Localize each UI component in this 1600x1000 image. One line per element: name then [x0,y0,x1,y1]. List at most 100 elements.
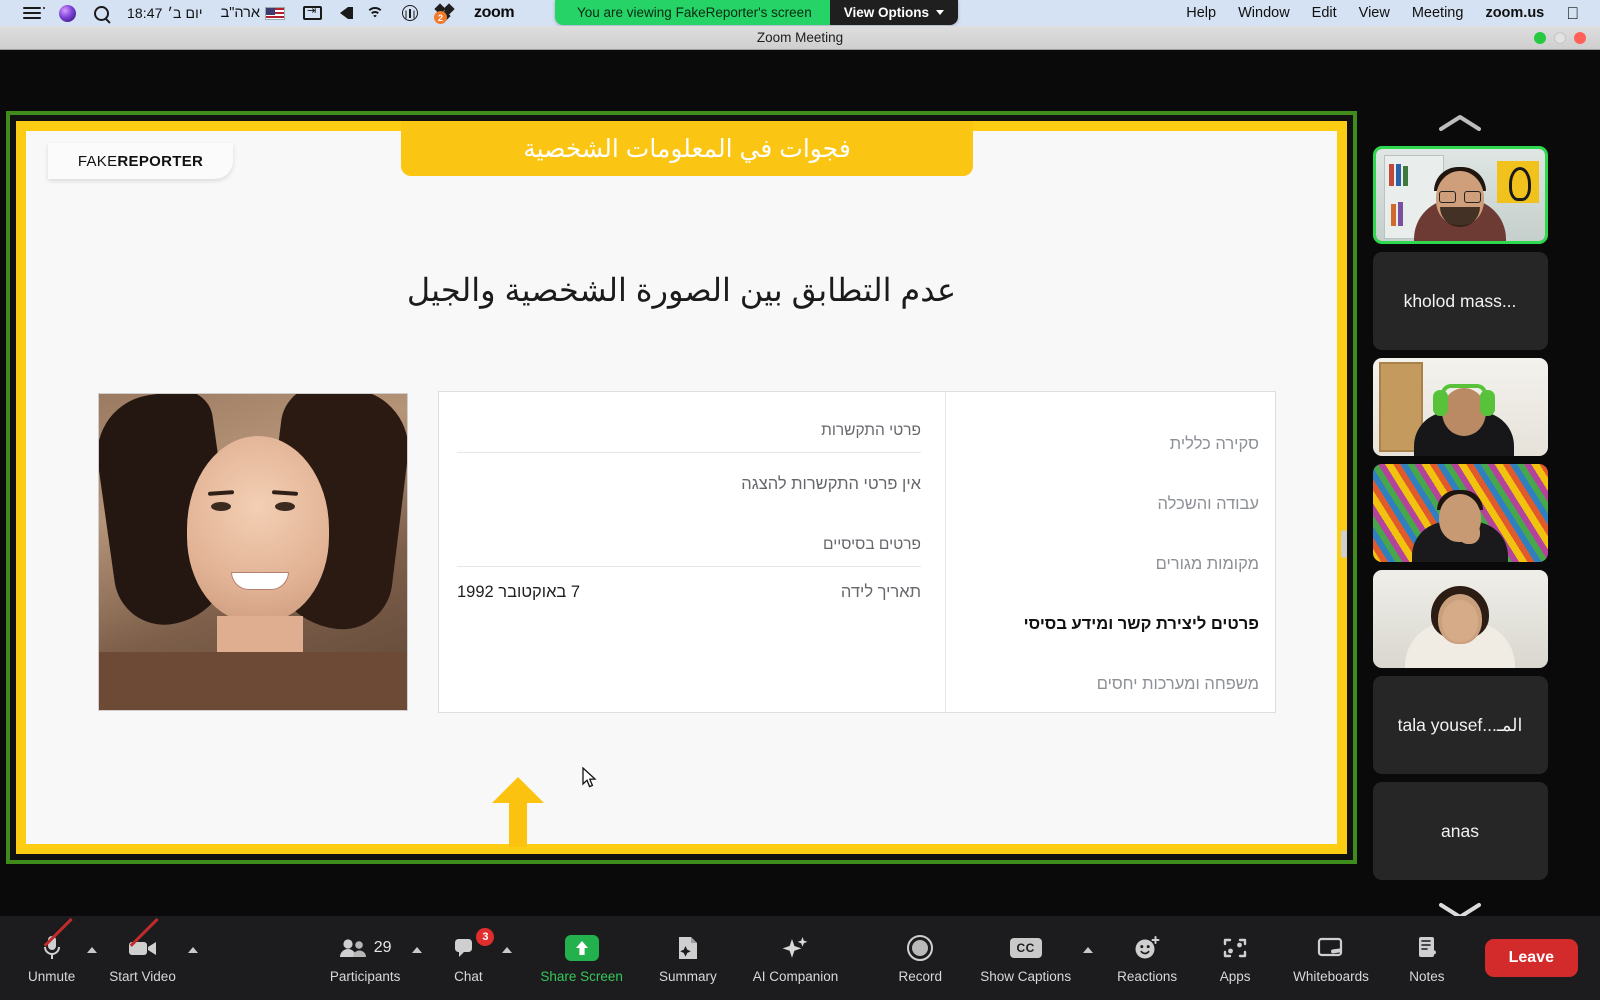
ai-companion-button[interactable]: AI Companion [743,933,849,984]
audio-options-chevron-icon[interactable] [87,947,98,953]
screen-share-banner: You are viewing FakeReporter's screen Vi… [555,0,958,25]
spotlight-search-icon[interactable] [85,0,118,26]
record-button[interactable]: Record [888,933,952,984]
contact-empty-message: אין פרטי התקשרות להצגה [741,475,921,493]
menu-edit[interactable]: Edit [1301,0,1348,26]
clock-day: יום ב׳ [167,5,203,21]
participant-video [1372,570,1548,668]
menu-bar-clock[interactable]: 18:47 יום ב׳ [118,0,212,26]
menu-view[interactable]: View [1348,0,1401,26]
chat-button[interactable]: 3 Chat [436,927,500,984]
summary-button[interactable]: Summary [649,933,727,984]
birth-date-value: 7 באוקטובר 1992 [457,583,581,601]
apps-button[interactable]: Apps [1203,933,1267,984]
close-window-button[interactable] [1574,32,1586,44]
menu-help[interactable]: Help [1175,0,1227,26]
share-screen-icon [564,933,599,963]
participant-tile[interactable] [1372,146,1548,244]
whiteboard-icon [1317,933,1345,963]
logo-text-fake: FAKE [77,152,118,170]
apps-icon [1222,933,1248,963]
captions-chevron-icon[interactable] [1083,947,1094,953]
toolbar-right-group: Record CC Show Captions Reactions Apps W… [888,933,1459,984]
about-nav-contact-basic-info[interactable]: פרטים ליצירת קשר ומידע בסיסי [956,594,1259,654]
apple-logo-icon[interactable]:  [1555,0,1590,26]
slide-content: FAKE REPORTER فجوات في المعلومات الشخصية … [26,121,1337,847]
dropbox-icon[interactable]: 2 [427,0,465,26]
about-nav-overview[interactable]: סקירה כללית [956,414,1259,474]
window-controls [1534,26,1586,50]
input-source-indicator[interactable]: ארה"ב [212,0,294,26]
menu-bar-status-items: 18:47 יום ב׳ ארה"ב 2 [0,0,523,26]
profile-about-card: סקירה כללית עבודה והשכלה מקומות מגורים פ… [438,391,1276,713]
microphone-muted-icon [42,917,72,963]
video-options-chevron-icon[interactable] [187,947,198,953]
basic-section-title: פרטים בסיסיים [823,536,921,553]
meeting-toolbar: Unmute Start Video 29 Participants 3 Cha… [0,916,1600,1000]
start-video-button[interactable]: Start Video [99,917,186,984]
about-nav-family-relationships[interactable]: משפחה ומערכות יחסים [956,654,1259,714]
participant-video [1372,464,1548,562]
closed-captions-icon: CC [1009,933,1042,963]
menu-window[interactable]: Window [1227,0,1301,26]
dropbox-badge: 2 [434,11,448,24]
menu-meeting[interactable]: Meeting [1401,0,1475,26]
participants-button[interactable]: 29 Participants [320,933,411,984]
wifi-icon[interactable] [357,0,393,26]
hamburger-icon [23,7,45,19]
show-captions-label: Show Captions [980,968,1072,984]
notes-button[interactable]: Notes [1395,933,1459,984]
unmute-button[interactable]: Unmute [18,917,85,984]
share-screen-button[interactable]: Share Screen [530,933,633,984]
screen-mirroring-icon[interactable] [294,0,331,26]
accessibility-icon[interactable] [393,0,427,26]
participant-name: anas [1441,820,1479,841]
menu-zoom-us[interactable]: zoom.us [1474,0,1555,26]
view-options-label: View Options [843,5,929,20]
leave-button[interactable]: Leave [1484,939,1578,977]
whiteboards-button[interactable]: Whiteboards [1283,933,1379,984]
whiteboards-label: Whiteboards [1293,968,1369,984]
profile-photo [98,393,408,711]
about-nav-work-education[interactable]: עבודה והשכלה [956,474,1259,534]
cc-glyph: CC [1009,937,1042,958]
minimize-window-button[interactable] [1554,32,1566,44]
participant-tile[interactable] [1372,358,1548,456]
control-center-icon[interactable] [14,0,50,26]
siri-icon[interactable] [50,0,85,26]
us-flag-icon [265,6,286,20]
view-options-button[interactable]: View Options [829,0,958,25]
participants-icon: 29 [339,933,392,963]
annotation-arrow-icon [492,777,544,847]
window-title: Zoom Meeting [756,30,844,45]
show-captions-button[interactable]: CC Show Captions [970,933,1081,984]
camera-off-icon [128,917,158,963]
reactions-button[interactable]: Reactions [1107,933,1187,984]
chat-chevron-icon[interactable] [502,947,513,953]
summary-label: Summary [658,968,717,984]
clock-time: 18:47 [127,5,163,21]
participant-tile[interactable] [1372,570,1548,668]
shared-screen-region[interactable]: FAKE REPORTER فجوات في المعلومات الشخصية … [6,111,1357,864]
shared-screen-scrollbar[interactable] [1341,530,1347,558]
volume-icon[interactable] [331,0,357,26]
participant-tile[interactable]: anas [1372,782,1548,880]
start-video-label: Start Video [109,968,176,984]
participant-tile[interactable]: tala yousef...المـ [1372,676,1548,774]
toolbar-center-group: 29 Participants 3 Chat Share Screen Summ… [320,927,849,984]
zoom-window-button[interactable] [1534,32,1546,44]
participant-tile[interactable] [1372,464,1548,562]
participant-video [1375,149,1545,241]
presentation-slide: FAKE REPORTER فجوات في المعلومات الشخصية … [16,121,1347,854]
meeting-stage: FAKE REPORTER فجوات في المعلومات الشخصية … [0,50,1600,919]
scroll-up-button[interactable] [1367,100,1553,146]
participant-filmstrip: kholod mass... tala yousef...المـ anas [1367,100,1553,966]
notes-label: Notes [1409,968,1445,984]
zoom-menu-app-name[interactable]: zoom [465,0,523,26]
participants-chevron-icon[interactable] [412,947,423,953]
participant-name: tala yousef...المـ [1397,714,1523,735]
participant-tile[interactable]: kholod mass... [1372,252,1548,350]
about-nav-places-lived[interactable]: מקומות מגורים [956,534,1259,594]
slide-heading: عدم التطابق بين الصورة الشخصية والجيل [406,272,957,308]
apps-label: Apps [1219,968,1251,984]
